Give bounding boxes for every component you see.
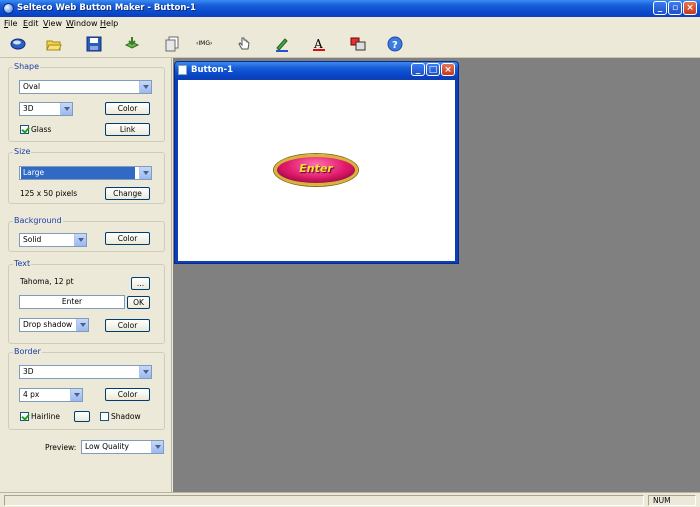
font-label: Tahoma, 12 pt [20, 277, 74, 286]
document-maximize-button[interactable]: □ [426, 63, 440, 76]
border-color-button[interactable]: Color [105, 388, 150, 401]
glass-checkbox[interactable] [20, 125, 29, 134]
menu-view[interactable]: View [43, 19, 62, 28]
new-button-icon[interactable] [10, 36, 26, 52]
size-dimensions: 125 x 50 pixels [20, 189, 78, 198]
shadow-label: Shadow [111, 412, 141, 421]
size-group: Size Large 125 x 50 pixels Change [8, 147, 165, 204]
shape-type-select[interactable]: Oval [19, 80, 152, 94]
shape-group: Shape Oval 3D Color Glass Link [8, 62, 165, 142]
menu-help[interactable]: Help [100, 19, 118, 28]
button-text-input[interactable]: Enter [19, 295, 125, 309]
border-group: Border 3D 4 px Color Hairline Shadow [8, 347, 165, 430]
svg-text:?: ? [392, 40, 398, 51]
preview-label: Preview: [45, 443, 77, 452]
menu-bar: File Edit View Window Help [0, 17, 700, 30]
title-bar: Selteco Web Button Maker - Button-1 _ ▫ … [0, 0, 700, 17]
change-size-button[interactable]: Change [105, 187, 150, 200]
document-canvas: Enter [178, 80, 455, 261]
close-button[interactable]: × [683, 1, 697, 15]
background-select[interactable]: Solid [19, 233, 87, 247]
text-effect-select[interactable]: Drop shadow [19, 318, 89, 332]
text-group: Text Tahoma, 12 pt ... Enter OK Drop sha… [8, 259, 165, 344]
shape-color-button[interactable]: Color [105, 102, 150, 115]
text-group-title: Text [13, 259, 32, 268]
document-close-button[interactable]: × [441, 63, 455, 76]
border-width-select[interactable]: 4 px [19, 388, 83, 402]
hairline-checkbox[interactable] [20, 412, 29, 421]
window-title: Selteco Web Button Maker - Button-1 [17, 3, 196, 13]
svg-text:A: A [313, 37, 323, 51]
app-icon[interactable] [3, 3, 14, 14]
status-message [4, 495, 644, 506]
link-button[interactable]: Link [105, 123, 150, 136]
num-lock-indicator: NUM [648, 495, 696, 506]
menu-file[interactable]: File [4, 19, 17, 28]
document-window: Button-1 _ □ × Enter [174, 61, 459, 264]
restore-button[interactable]: ▫ [668, 1, 682, 15]
document-icon[interactable] [178, 65, 187, 75]
image-icon[interactable] [350, 36, 366, 52]
minimize-button[interactable]: _ [653, 1, 667, 15]
toolbar: ‹IMG› A ? [0, 30, 700, 58]
border-type-select[interactable]: 3D [19, 365, 152, 379]
shape-group-title: Shape [13, 62, 41, 71]
size-group-title: Size [13, 147, 32, 156]
text-color-button[interactable]: Color [105, 319, 150, 332]
help-icon[interactable]: ? [387, 36, 403, 52]
glass-label: Glass [31, 125, 52, 134]
text-ok-button[interactable]: OK [127, 296, 150, 309]
hairline-label: Hairline [31, 412, 60, 421]
status-bar: NUM [0, 492, 700, 507]
menu-edit[interactable]: Edit [23, 19, 39, 28]
menu-window[interactable]: Window [66, 19, 98, 28]
open-icon[interactable] [46, 36, 62, 52]
mdi-workspace: Button-1 _ □ × Enter [173, 58, 700, 492]
font-picker-button[interactable]: ... [131, 277, 150, 290]
preview-quality-select[interactable]: Low Quality [81, 440, 164, 454]
background-color-button[interactable]: Color [105, 232, 150, 245]
text-color-icon[interactable]: A [311, 36, 327, 52]
preview-button[interactable]: Enter [274, 154, 358, 186]
hand-icon[interactable] [236, 36, 252, 52]
shape-style-select[interactable]: 3D [19, 102, 73, 116]
document-title: Button-1 [191, 65, 233, 75]
size-select[interactable]: Large [19, 166, 152, 180]
html-icon[interactable]: ‹IMG› [196, 40, 218, 56]
copy-icon[interactable] [164, 36, 180, 52]
background-group-title: Background [13, 216, 63, 225]
document-minimize-button[interactable]: _ [411, 63, 425, 76]
export-icon[interactable] [124, 36, 140, 52]
properties-panel: Shape Oval 3D Color Glass Link Size Larg… [0, 58, 172, 492]
border-group-title: Border [13, 347, 42, 356]
document-title-bar: Button-1 _ □ × [175, 62, 458, 78]
hairline-color-swatch[interactable] [74, 411, 90, 422]
background-group: Background Solid Color [8, 216, 165, 252]
pen-icon[interactable] [274, 36, 290, 52]
save-icon[interactable] [86, 36, 102, 52]
shadow-checkbox[interactable] [100, 412, 109, 421]
